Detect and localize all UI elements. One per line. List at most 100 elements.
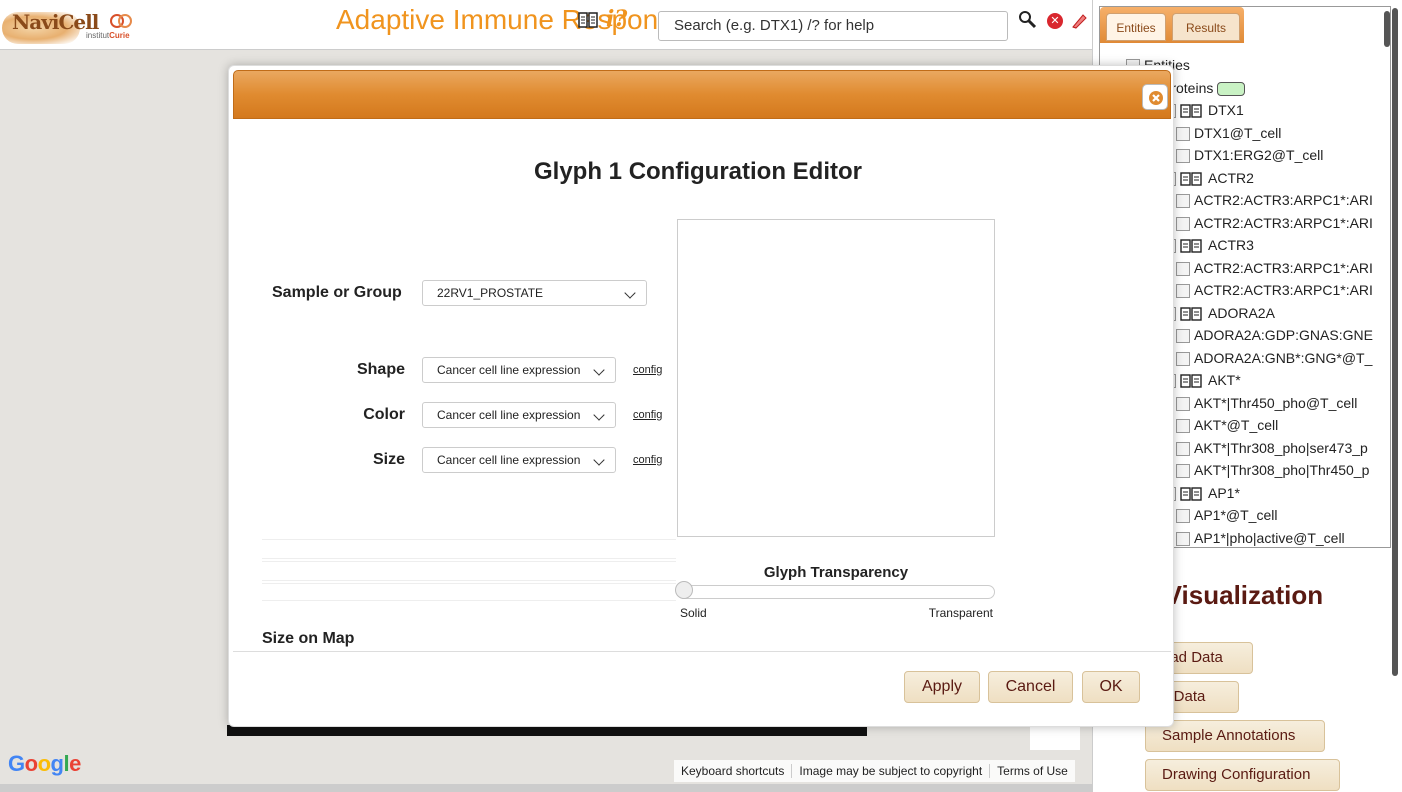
tree-item-label: ADORA2A:GNB*:GNG*@T_	[1194, 349, 1373, 366]
tree-checkbox[interactable]	[1176, 216, 1190, 231]
tree-item-species[interactable]: AP1*|pho|active@T_cell	[1176, 530, 1345, 546]
tree-checkbox[interactable]	[1176, 464, 1190, 479]
tree-item-label: ADORA2A	[1208, 304, 1275, 321]
tree-item-species[interactable]: DTX1:ERG2@T_cell	[1176, 147, 1324, 164]
pencil-icon[interactable]	[1070, 12, 1088, 30]
keyboard-shortcuts-link[interactable]: Keyboard shortcuts	[674, 764, 791, 778]
color-select[interactable]: Cancer cell line expression	[422, 402, 616, 428]
dialog-titlebar[interactable]	[233, 70, 1171, 119]
sample-group-select[interactable]: 22RV1_PROSTATE	[422, 280, 647, 306]
tree-item-species[interactable]: ACTR2:ACTR3:ARPC1*:ARI	[1176, 192, 1373, 209]
glyph-transparency-label: Glyph Transparency	[763, 564, 909, 581]
tree-item-label: DTX1:ERG2@T_cell	[1194, 147, 1324, 163]
tree-checkbox[interactable]	[1176, 351, 1190, 366]
google-logo: Google	[8, 751, 81, 776]
map-footer: Keyboard shortcuts Image may be subject …	[674, 760, 1075, 782]
tree-item-species[interactable]: DTX1@T_cell	[1176, 125, 1281, 141]
copyright-notice: Image may be subject to copyright	[791, 764, 989, 778]
clear-search-icon[interactable]: ✕	[1047, 13, 1063, 29]
tree-item-label: ACTR2:ACTR3:ARPC1*:ARI	[1194, 282, 1373, 298]
tree-item-species[interactable]: AKT*|Thr308_pho|Thr450_p	[1176, 462, 1370, 479]
search-input[interactable]: Search (e.g. DTX1) /? for help	[658, 11, 1008, 41]
tree-item-label: AKT*|Thr450_pho@T_cell	[1194, 394, 1358, 411]
tab-entities[interactable]: Entities	[1106, 13, 1166, 41]
color-label: Color	[363, 406, 405, 423]
drawing-configuration-button[interactable]: Drawing Configuration	[1145, 759, 1340, 791]
book-icon	[1180, 104, 1202, 118]
tree-item-species[interactable]: ADORA2A:GNB*:GNG*@T_	[1176, 350, 1372, 366]
search-icon[interactable]	[1018, 10, 1038, 30]
tree-item-species[interactable]: AKT*|Thr450_pho@T_cell	[1176, 395, 1357, 411]
tree-item-label: ACTR2:ACTR3:ARPC1*:ARI	[1194, 259, 1373, 276]
tree-item-label: DTX1@T_cell	[1194, 124, 1282, 141]
dialog-title: Glyph 1 Configuration Editor	[534, 158, 862, 185]
tree-scrollbar[interactable]	[1384, 11, 1390, 47]
size-config-link[interactable]: config	[633, 454, 662, 466]
navicell-logo[interactable]: NaviCell	[2, 6, 99, 46]
tree-item-species[interactable]: ACTR2:ACTR3:ARPC1*:ARI	[1176, 282, 1373, 299]
help-icon[interactable]: i?	[606, 6, 627, 32]
shape-select[interactable]: Cancer cell line expression	[422, 357, 616, 383]
color-config-link[interactable]: config	[633, 409, 662, 421]
cancel-button[interactable]: Cancel	[988, 671, 1073, 703]
tree-checkbox[interactable]	[1176, 126, 1190, 141]
close-button[interactable]	[1142, 84, 1168, 110]
tree-item-protein[interactable]: ADORA2A	[1162, 305, 1275, 321]
tree-checkbox[interactable]	[1176, 396, 1190, 411]
tree-item-label: DTX1	[1208, 102, 1244, 118]
tree-item-label: AKT*@T_cell	[1194, 417, 1279, 433]
tab-results[interactable]: Results	[1172, 13, 1240, 41]
institut-curie-logo[interactable]: institutCurie	[86, 12, 138, 42]
transparency-slider[interactable]	[677, 585, 995, 599]
tree-item-species[interactable]: ADORA2A:GDP:GNAS:GNE	[1176, 327, 1373, 344]
tree-checkbox[interactable]	[1176, 531, 1190, 546]
map-horizontal-scrollbar[interactable]	[0, 784, 1092, 792]
dialog-footer: Apply Cancel OK	[233, 651, 1171, 724]
tree-item-label: AP1*	[1208, 484, 1240, 501]
tree-item-label: ACTR2:ACTR3:ARPC1*:ARI	[1194, 192, 1373, 208]
size-label: Size	[372, 451, 405, 468]
slider-max-label: Transparent	[928, 606, 993, 620]
tree-item-label: AKT*	[1208, 372, 1241, 388]
tree-item-protein[interactable]: DTX1	[1162, 102, 1244, 119]
tree-checkbox[interactable]	[1176, 149, 1190, 164]
form-spacer-row	[262, 539, 676, 559]
shape-config-link[interactable]: config	[633, 364, 662, 376]
tree-item-protein[interactable]: ACTR3	[1162, 237, 1254, 254]
group-color-swatch[interactable]	[1217, 81, 1246, 96]
tree-item-species[interactable]: ACTR2:ACTR3:ARPC1*:ARI	[1176, 260, 1373, 276]
tree-item-label: ACTR3	[1208, 237, 1254, 253]
form-spacer-row	[262, 561, 676, 581]
sidebar-scrollbar[interactable]	[1392, 8, 1398, 676]
tree-item-species[interactable]: AP1*@T_cell	[1176, 507, 1277, 524]
transparency-slider-handle[interactable]	[675, 581, 693, 599]
apply-button[interactable]: Apply	[904, 671, 980, 703]
size-select[interactable]: Cancer cell line expression	[422, 447, 616, 473]
terms-of-use-link[interactable]: Terms of Use	[989, 764, 1075, 778]
ok-button[interactable]: OK	[1082, 671, 1140, 703]
shape-label: Shape	[356, 361, 405, 378]
tree-item-species[interactable]: ACTR2:ACTR3:ARPC1*:ARI	[1176, 215, 1373, 231]
tree-item-label: ACTR2	[1208, 169, 1254, 186]
tree-item-species[interactable]: AKT*|Thr308_pho|ser473_p	[1176, 440, 1368, 456]
tree-item-label: AP1*|pho|active@T_cell	[1194, 529, 1345, 546]
tree-item-label: AKT*|Thr308_pho|Thr450_p	[1194, 462, 1370, 478]
tree-item-protein[interactable]: ACTR2	[1162, 170, 1254, 186]
book-icon	[1180, 374, 1202, 388]
tree-checkbox[interactable]	[1176, 261, 1190, 276]
tree-item-label: ADORA2A:GDP:GNAS:GNE	[1194, 327, 1373, 343]
slider-min-label: Solid	[680, 606, 707, 620]
tree-checkbox[interactable]	[1176, 509, 1190, 524]
tree-checkbox[interactable]	[1176, 329, 1190, 344]
tree-checkbox[interactable]	[1176, 194, 1190, 209]
book-icon	[1180, 239, 1202, 253]
tree-checkbox[interactable]	[1176, 284, 1190, 299]
tree-checkbox[interactable]	[1176, 419, 1190, 434]
tree-item-species[interactable]: AKT*@T_cell	[1176, 417, 1279, 434]
book-icon	[1180, 172, 1202, 186]
book-icon	[1180, 307, 1202, 321]
glyph-config-dialog: Glyph 1 Configuration Editor Sample or G…	[228, 65, 1174, 727]
chevron-down-icon	[624, 287, 636, 299]
tree-checkbox[interactable]	[1176, 441, 1190, 456]
book-icon[interactable]	[578, 12, 598, 28]
